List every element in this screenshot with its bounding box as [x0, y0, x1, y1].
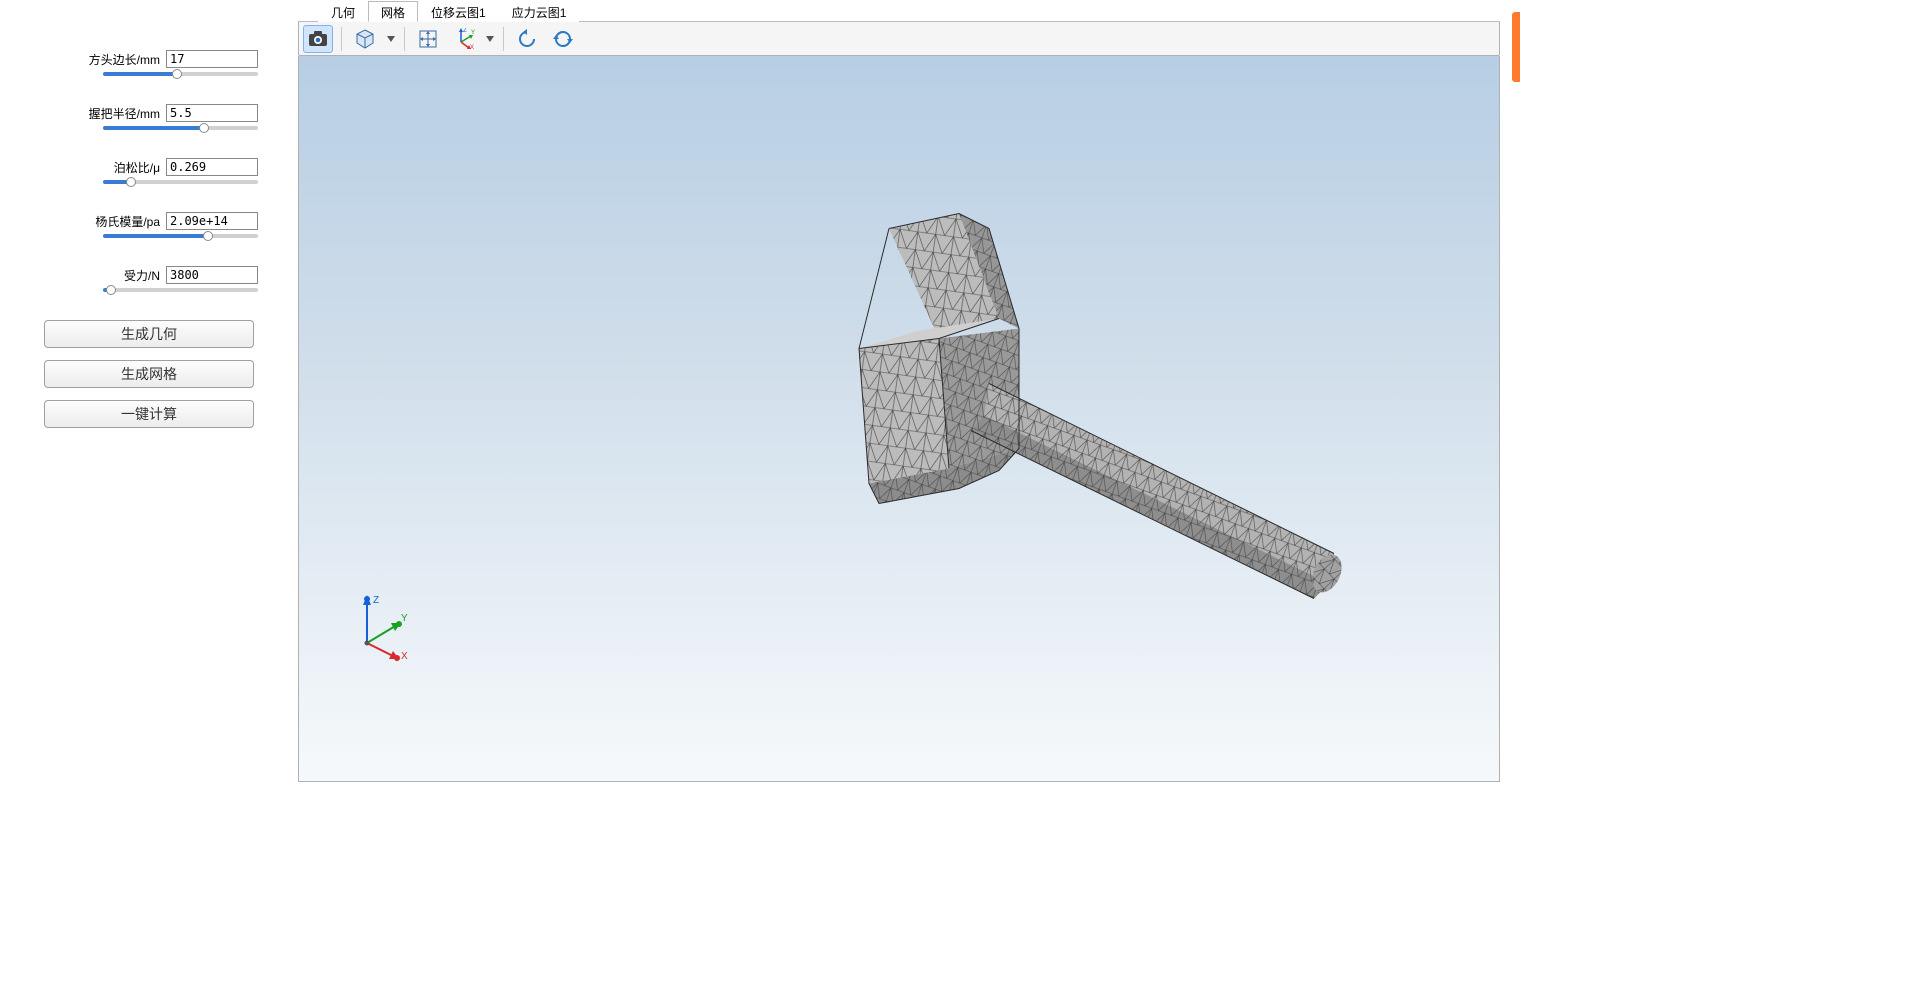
tab-displacement[interactable]: 位移云图1 — [418, 1, 499, 22]
rotate-left-button[interactable] — [512, 25, 542, 53]
param-label: 受力/N — [124, 267, 160, 284]
rotate-left-icon — [517, 29, 537, 49]
young-slider[interactable] — [103, 234, 258, 238]
rotate-reset-button[interactable] — [548, 25, 578, 53]
tab-mesh[interactable]: 网格 — [368, 1, 418, 22]
camera-icon — [308, 31, 328, 47]
grip-radius-input[interactable] — [166, 104, 258, 122]
axes-xyz-icon: Z Y X — [453, 28, 475, 50]
main-area: 几何 网格 位移云图1 应力云图1 — [298, 0, 1520, 782]
param-label: 握把半径/mm — [89, 105, 160, 122]
screenshot-button[interactable] — [303, 25, 333, 53]
view-cube-button[interactable] — [350, 25, 380, 53]
param-force: 受力/N — [10, 266, 288, 292]
toolbar-separator — [503, 27, 504, 51]
view-cube-dropdown[interactable] — [386, 36, 396, 42]
compute-button[interactable]: 一键计算 — [44, 400, 254, 428]
viewport-toolbar: Z Y X — [298, 22, 1500, 56]
generate-geometry-button[interactable]: 生成几何 — [44, 320, 254, 348]
pan-button[interactable] — [413, 25, 443, 53]
axis-triad: Z Y X — [347, 593, 417, 663]
chevron-down-icon — [387, 36, 395, 42]
force-input[interactable] — [166, 266, 258, 284]
param-grip-radius: 握把半径/mm — [10, 104, 288, 130]
svg-text:X: X — [401, 651, 408, 662]
param-label: 泊松比/μ — [114, 159, 160, 176]
generate-mesh-button[interactable]: 生成网格 — [44, 360, 254, 388]
param-head-edge: 方头边长/mm — [10, 50, 288, 76]
head-edge-input[interactable] — [166, 50, 258, 68]
toolbar-separator — [341, 27, 342, 51]
hammer-mesh — [299, 56, 1499, 781]
param-label: 方头边长/mm — [89, 51, 160, 68]
svg-text:Z: Z — [373, 595, 379, 606]
parameter-sidebar: 方头边长/mm 握把半径/mm 泊松比/μ — [0, 0, 298, 782]
axes-button[interactable]: Z Y X — [449, 25, 479, 53]
axes-dropdown[interactable] — [485, 36, 495, 42]
svg-text:Y: Y — [471, 30, 475, 36]
param-label: 杨氏模量/pa — [95, 213, 160, 230]
svg-text:Y: Y — [401, 613, 408, 624]
tab-geometry[interactable]: 几何 — [318, 1, 368, 22]
svg-text:Z: Z — [463, 28, 467, 34]
poisson-input[interactable] — [166, 158, 258, 176]
param-young: 杨氏模量/pa — [10, 212, 288, 238]
toolbar-separator — [404, 27, 405, 51]
poisson-slider[interactable] — [103, 180, 258, 184]
tab-stress[interactable]: 应力云图1 — [499, 1, 580, 22]
chevron-down-icon — [486, 36, 494, 42]
param-poisson: 泊松比/μ — [10, 158, 288, 184]
young-input[interactable] — [166, 212, 258, 230]
view-tabs: 几何 网格 位移云图1 应力云图1 — [298, 0, 1500, 22]
svg-text:X: X — [470, 45, 474, 50]
pan-icon — [418, 29, 438, 49]
viewport-3d[interactable]: Z Y X — [298, 56, 1500, 782]
grip-radius-slider[interactable] — [103, 126, 258, 130]
head-edge-slider[interactable] — [103, 72, 258, 76]
force-slider[interactable] — [103, 288, 258, 292]
cube-icon — [355, 29, 375, 49]
side-handle[interactable] — [1512, 12, 1520, 82]
rotate-reset-icon — [553, 29, 573, 49]
